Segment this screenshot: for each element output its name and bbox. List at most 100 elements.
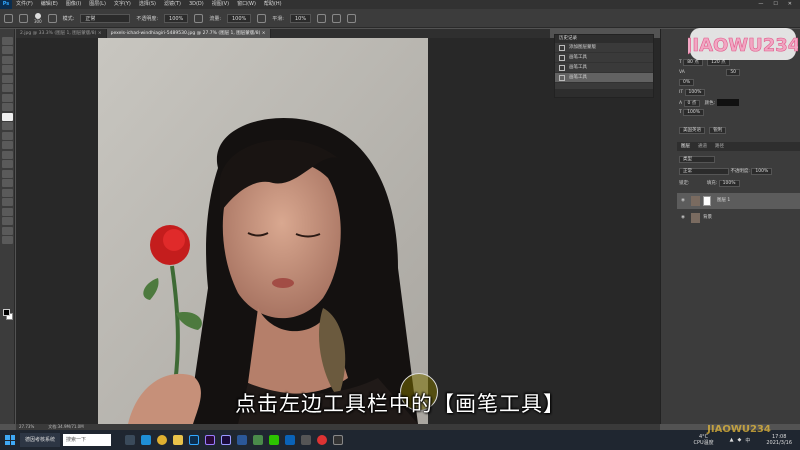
- eyedropper-tool-icon[interactable]: [2, 93, 13, 102]
- blur-tool-icon[interactable]: [2, 160, 13, 168]
- layer-name: 图层 1: [717, 198, 731, 203]
- menu-3d[interactable]: 3D(D): [185, 0, 208, 9]
- opacity-input[interactable]: 100%: [164, 13, 189, 23]
- type-tool-icon[interactable]: [2, 188, 13, 197]
- edit-toolbar-icon[interactable]: [2, 236, 13, 244]
- shape-tool-icon[interactable]: [2, 207, 13, 216]
- layer-row-background[interactable]: ◉ 背景: [677, 210, 800, 226]
- marquee-tool-icon[interactable]: [2, 46, 13, 54]
- brush-settings-icon[interactable]: [47, 13, 57, 23]
- doc-tab-2[interactable]: pexels-ichad-windhiagiri-5489530.jpg @ 2…: [106, 29, 271, 38]
- brush-tool-icon[interactable]: [19, 13, 28, 23]
- mode-select[interactable]: 正常: [80, 13, 131, 23]
- app-icon[interactable]: [301, 435, 312, 445]
- close-icon[interactable]: ✕: [788, 0, 792, 9]
- layer-mask-thumbnail[interactable]: [703, 196, 711, 206]
- after-effects-icon[interactable]: [221, 435, 232, 445]
- zoom-tool-icon[interactable]: [2, 226, 13, 235]
- eye-icon[interactable]: ◉: [681, 193, 685, 209]
- document-photo[interactable]: [98, 38, 428, 424]
- flow-input[interactable]: 100%: [227, 13, 252, 23]
- clone-stamp-tool-icon[interactable]: [2, 122, 13, 130]
- crop-tool-icon[interactable]: [2, 74, 13, 83]
- pen-tool-icon[interactable]: [2, 179, 13, 187]
- word-icon[interactable]: [237, 435, 248, 445]
- frame-tool-icon[interactable]: [2, 84, 13, 92]
- history-footer: [555, 89, 653, 97]
- menu-type[interactable]: 文字(Y): [110, 0, 135, 9]
- history-item-current[interactable]: 画笔工具: [555, 73, 653, 83]
- premiere-icon[interactable]: [205, 435, 216, 445]
- path-select-tool-icon[interactable]: [2, 198, 13, 206]
- menu-view[interactable]: 视图(V): [208, 0, 233, 9]
- lasso-tool-icon[interactable]: [2, 55, 13, 64]
- doc-tab-1[interactable]: 2.jpg @ 33.3% (图层 1, 图层蒙版/8) ×: [16, 29, 107, 38]
- brush-preset[interactable]: 300: [34, 12, 42, 24]
- history-item[interactable]: 添加图层蒙版: [555, 43, 653, 53]
- lock-label: 锁定:: [679, 181, 690, 186]
- gradient-tool-icon[interactable]: [2, 150, 13, 159]
- menu-layer[interactable]: 图层(L): [85, 0, 110, 9]
- photoshop-icon[interactable]: [189, 435, 200, 445]
- layer-row-layer1[interactable]: ◉ 图层 1: [677, 193, 800, 209]
- baseline-input[interactable]: 0 点: [683, 100, 701, 107]
- kern-input[interactable]: 0%: [679, 79, 695, 86]
- home-icon[interactable]: [4, 13, 13, 23]
- minimize-icon[interactable]: —: [758, 0, 763, 9]
- site-logo-watermark-small: JIAOWU234: [706, 424, 771, 435]
- foreground-color-swatch[interactable]: [3, 309, 10, 316]
- menu-edit[interactable]: 编辑(E): [37, 0, 62, 9]
- menu-window[interactable]: 窗口(W): [233, 0, 260, 9]
- layer-filter-select[interactable]: 类型: [679, 156, 715, 163]
- wechat-icon[interactable]: [269, 435, 280, 445]
- menu-image[interactable]: 图像(I): [62, 0, 85, 9]
- menu-select[interactable]: 选择(S): [135, 0, 160, 9]
- text-color-swatch[interactable]: [716, 99, 739, 106]
- tracking-input[interactable]: 50: [726, 69, 741, 76]
- pressure-opacity-icon[interactable]: [194, 13, 204, 23]
- brush-icon: [559, 65, 565, 71]
- fill-input[interactable]: 100%: [718, 180, 740, 187]
- task-view-icon[interactable]: [125, 435, 136, 445]
- menu-filter[interactable]: 滤镜(T): [160, 0, 185, 9]
- menu-help[interactable]: 帮助(H): [260, 0, 286, 9]
- language-select[interactable]: 美国英语: [679, 127, 705, 134]
- maximize-icon[interactable]: ☐: [773, 0, 777, 9]
- app-icon[interactable]: [253, 435, 264, 445]
- recorder-icon[interactable]: [317, 435, 328, 445]
- edge-icon[interactable]: [141, 435, 152, 445]
- airbrush-icon[interactable]: [257, 13, 267, 23]
- quick-select-tool-icon[interactable]: [2, 65, 13, 73]
- scale-h-input[interactable]: 100%: [683, 109, 705, 116]
- eraser-tool-icon[interactable]: [2, 141, 13, 149]
- eye-icon[interactable]: ◉: [681, 210, 685, 226]
- healing-tool-icon[interactable]: [2, 103, 13, 111]
- smoothing-settings-icon[interactable]: [317, 13, 327, 23]
- hand-tool-icon[interactable]: [2, 217, 13, 225]
- history-brush-tool-icon[interactable]: [2, 131, 13, 140]
- tab-paths[interactable]: 路径: [715, 142, 724, 151]
- scale-v-input[interactable]: 100%: [684, 89, 706, 96]
- file-explorer-icon[interactable]: [173, 435, 184, 445]
- taskbar-app-button[interactable]: 德因考核系统: [20, 433, 61, 447]
- layer-opacity-input[interactable]: 100%: [751, 168, 773, 175]
- blend-mode-select[interactable]: 正常: [679, 168, 729, 175]
- history-item[interactable]: 画笔工具: [555, 53, 653, 63]
- antialias-select[interactable]: 锐利: [709, 127, 727, 134]
- start-button-icon[interactable]: [3, 433, 17, 447]
- tab-channels[interactable]: 通道: [698, 142, 707, 151]
- menu-file[interactable]: 文件(F): [12, 0, 37, 9]
- brush-tool-icon[interactable]: [2, 112, 13, 121]
- history-item[interactable]: 画笔工具: [555, 63, 653, 73]
- angle-icon[interactable]: [332, 13, 342, 23]
- move-tool-icon[interactable]: [2, 36, 13, 45]
- taskbar-search-input[interactable]: 搜索一下: [63, 434, 112, 446]
- symmetry-icon[interactable]: [347, 13, 357, 23]
- smooth-input[interactable]: 10%: [289, 13, 312, 23]
- dodge-tool-icon[interactable]: [2, 169, 13, 178]
- app-icon[interactable]: [333, 435, 344, 445]
- app-icon[interactable]: [285, 435, 296, 445]
- tray-icons[interactable]: ▲ ◆ 中: [730, 437, 751, 444]
- tab-layers[interactable]: 图层: [681, 142, 690, 151]
- chrome-icon[interactable]: [157, 435, 168, 445]
